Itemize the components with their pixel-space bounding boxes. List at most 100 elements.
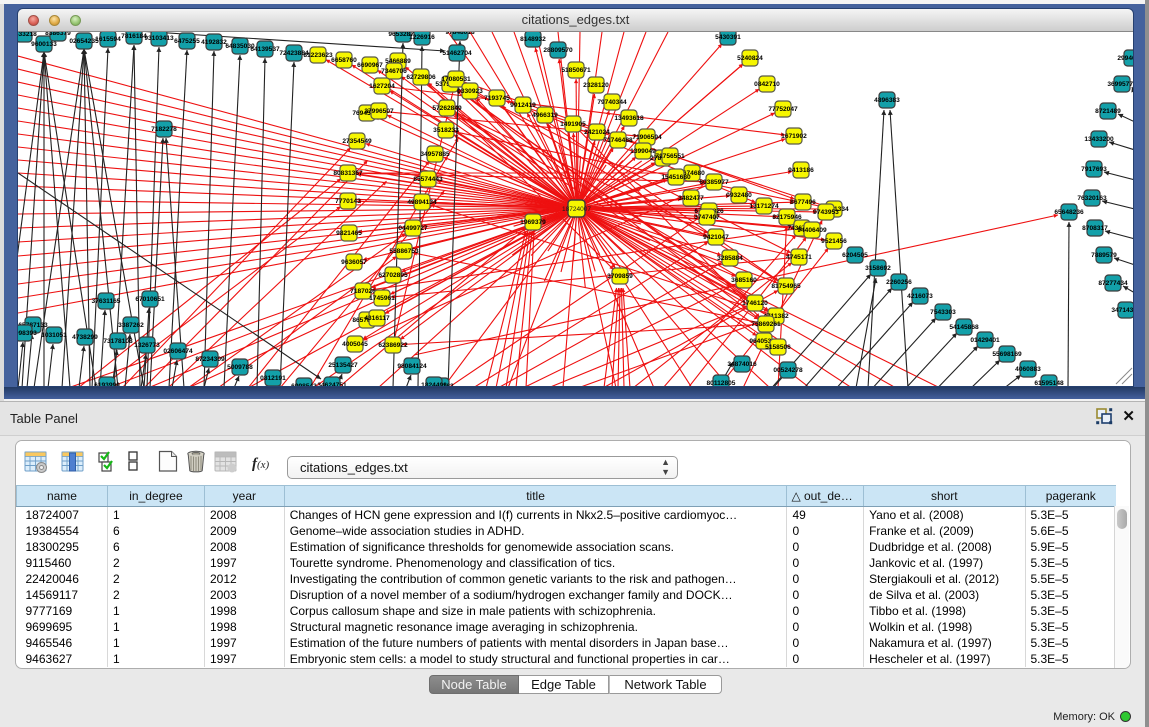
svg-text:8386379: 8386379: [45, 32, 71, 37]
svg-text:6475255: 6475255: [174, 38, 200, 45]
svg-text:93103413: 93103413: [144, 35, 174, 42]
svg-text:80112805: 80112805: [707, 380, 736, 387]
svg-text:4192832: 4192832: [201, 39, 227, 46]
svg-text:3518233: 3518233: [433, 127, 459, 134]
svg-text:(x): (x): [257, 459, 270, 471]
svg-text:73178108: 73178108: [103, 338, 133, 345]
svg-text:81754965: 81754965: [771, 283, 801, 290]
svg-text:4316117: 4316117: [364, 315, 390, 322]
svg-text:85574443: 85574443: [413, 176, 443, 183]
svg-text:1627204: 1627204: [369, 83, 395, 90]
svg-text:9821465: 9821465: [336, 230, 362, 237]
svg-text:64139537: 64139537: [250, 46, 280, 53]
svg-text:87277434: 87277434: [1098, 280, 1128, 287]
svg-text:62729806: 62729806: [406, 74, 436, 81]
svg-text:3685160: 3685160: [731, 277, 757, 284]
svg-text:8708317: 8708317: [1082, 225, 1108, 232]
svg-text:25135427: 25135427: [328, 362, 358, 369]
svg-text:4738299: 4738299: [72, 334, 98, 341]
svg-text:7889579: 7889579: [1091, 252, 1117, 259]
svg-text:57262849: 57262849: [432, 105, 462, 112]
svg-text:0433218: 0433218: [18, 32, 37, 38]
svg-text:7543303: 7543303: [930, 309, 956, 316]
svg-text:61595148: 61595148: [1034, 380, 1064, 387]
svg-text:34624751: 34624751: [317, 382, 347, 387]
svg-text:28809570: 28809570: [543, 47, 573, 54]
svg-text:0812191: 0812191: [260, 375, 286, 382]
svg-text:04499727: 04499727: [398, 225, 428, 232]
svg-text:1746120: 1746120: [742, 300, 768, 307]
svg-text:15451680: 15451680: [661, 174, 691, 181]
svg-text:3387262: 3387262: [118, 322, 144, 329]
svg-text:2260256: 2260256: [886, 279, 912, 286]
svg-text:1615594: 1615594: [95, 36, 121, 43]
svg-text:9912419: 9912419: [510, 102, 536, 109]
svg-text:6690967: 6690967: [357, 62, 383, 69]
svg-text:7816184: 7816184: [121, 33, 147, 40]
svg-text:4060883: 4060883: [1015, 366, 1041, 373]
svg-text:80831367: 80831367: [333, 170, 363, 177]
svg-text:3482477: 3482477: [678, 195, 704, 202]
svg-text:54145868: 54145868: [949, 324, 979, 331]
svg-text:13433200: 13433200: [1084, 136, 1114, 143]
svg-text:6204505: 6204505: [842, 252, 868, 259]
svg-text:6658760: 6658760: [331, 57, 357, 64]
svg-text:62386922: 62386922: [378, 342, 408, 349]
svg-text:7193745: 7193745: [484, 95, 510, 102]
svg-text:13493618: 13493618: [614, 115, 644, 122]
svg-text:36995777: 36995777: [1107, 81, 1134, 88]
svg-text:0330923: 0330923: [457, 88, 483, 95]
svg-text:8677496: 8677496: [790, 199, 816, 206]
svg-text:5009788: 5009788: [227, 364, 253, 371]
svg-text:5430391: 5430391: [715, 34, 741, 41]
svg-text:51850671: 51850671: [561, 67, 591, 74]
svg-text:5158506: 5158506: [765, 344, 791, 351]
svg-text:7770143: 7770143: [335, 198, 361, 205]
svg-text:1969379: 1969379: [520, 219, 546, 226]
svg-text:1326773: 1326773: [134, 342, 160, 349]
svg-text:0842710: 0842710: [754, 81, 780, 88]
svg-text:4005045: 4005045: [342, 341, 368, 348]
svg-text:1491905: 1491905: [560, 121, 586, 128]
svg-text:29946804: 29946804: [1117, 55, 1134, 62]
svg-text:8148932: 8148932: [520, 36, 546, 43]
svg-text:97848018: 97848018: [445, 32, 475, 36]
svg-text:1399049: 1399049: [630, 148, 656, 155]
svg-text:71906594: 71906594: [632, 134, 662, 141]
svg-text:67010651: 67010651: [135, 296, 165, 303]
svg-text:1671902: 1671902: [781, 133, 807, 140]
svg-text:37631165: 37631165: [92, 298, 121, 305]
svg-text:6193990: 6193990: [94, 382, 120, 387]
svg-text:2328120: 2328120: [583, 82, 609, 89]
svg-text:34874016: 34874016: [727, 361, 757, 368]
svg-text:79740344: 79740344: [597, 99, 627, 106]
svg-text:9743953: 9743953: [813, 209, 839, 216]
svg-text:55886753: 55886753: [389, 248, 419, 255]
svg-text:3158692: 3158692: [865, 265, 891, 272]
svg-text:98084124: 98084124: [397, 363, 427, 370]
svg-text:71746488: 71746488: [603, 137, 633, 144]
svg-text:9600133: 9600133: [31, 41, 57, 48]
svg-text:37996507: 37996507: [364, 108, 394, 115]
svg-text:81223623: 81223623: [303, 52, 333, 59]
svg-text:17080531: 17080531: [441, 76, 471, 83]
svg-text:34714345: 34714345: [1111, 307, 1134, 314]
svg-text:1226916: 1226916: [409, 34, 435, 41]
svg-text:27354549: 27354549: [342, 138, 372, 145]
svg-text:4216073: 4216073: [907, 293, 933, 300]
svg-text:7917693: 7917693: [1081, 166, 1107, 173]
svg-text:71756551: 71756551: [655, 153, 685, 160]
svg-text:01429401: 01429401: [970, 337, 1000, 344]
svg-text:4966319: 4966319: [532, 112, 558, 119]
svg-text:00524278: 00524278: [773, 367, 803, 374]
svg-text:0932480: 0932480: [726, 192, 752, 199]
svg-text:3747407: 3747407: [694, 214, 720, 221]
svg-text:7346706: 7346706: [381, 68, 407, 75]
svg-text:94406409: 94406409: [797, 227, 827, 234]
svg-text:65648236: 65648236: [1054, 209, 1084, 216]
svg-text:62702895: 62702895: [378, 272, 408, 279]
svg-text:02606474: 02606474: [163, 348, 193, 355]
svg-text:8721489: 8721489: [1095, 108, 1121, 115]
svg-text:51462704: 51462704: [442, 50, 472, 57]
svg-text:13171274: 13171274: [749, 203, 779, 210]
